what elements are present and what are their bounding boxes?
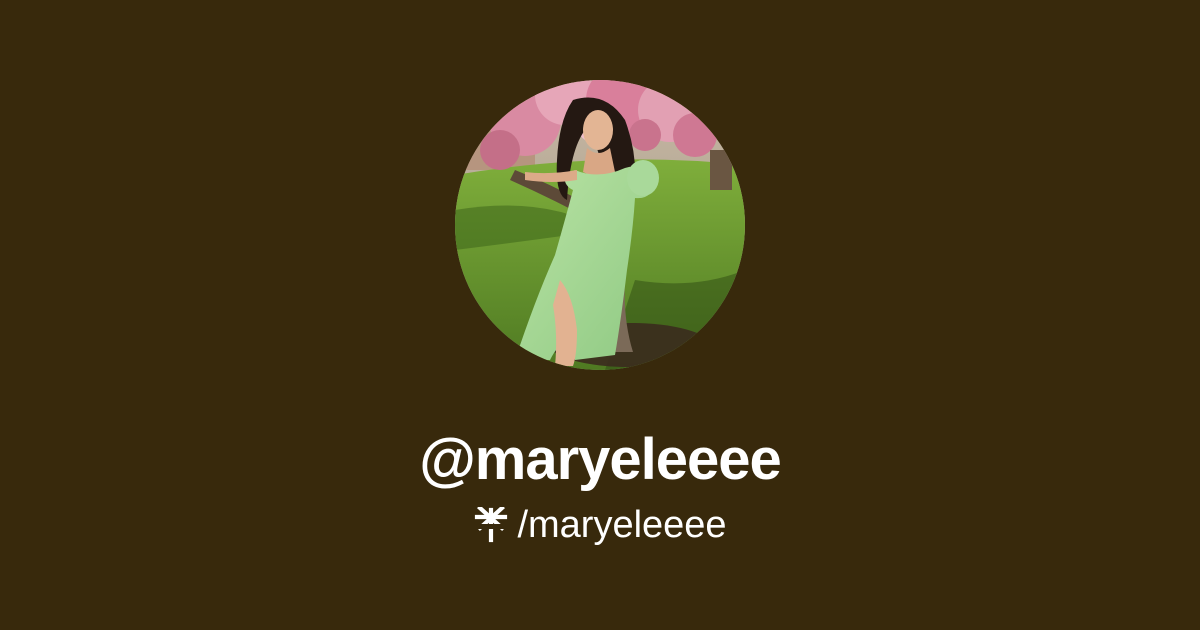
profile-link-path[interactable]: /maryeleeee: [517, 500, 726, 550]
avatar: [455, 80, 745, 370]
linktree-asterisk-icon: [473, 505, 510, 543]
avatar-photo: [455, 80, 745, 370]
profile-link[interactable]: /maryeleeee: [0, 500, 1200, 550]
share-card: @maryeleeee /maryeleeee: [0, 0, 1200, 630]
profile-handle: @maryeleeee: [419, 427, 782, 492]
